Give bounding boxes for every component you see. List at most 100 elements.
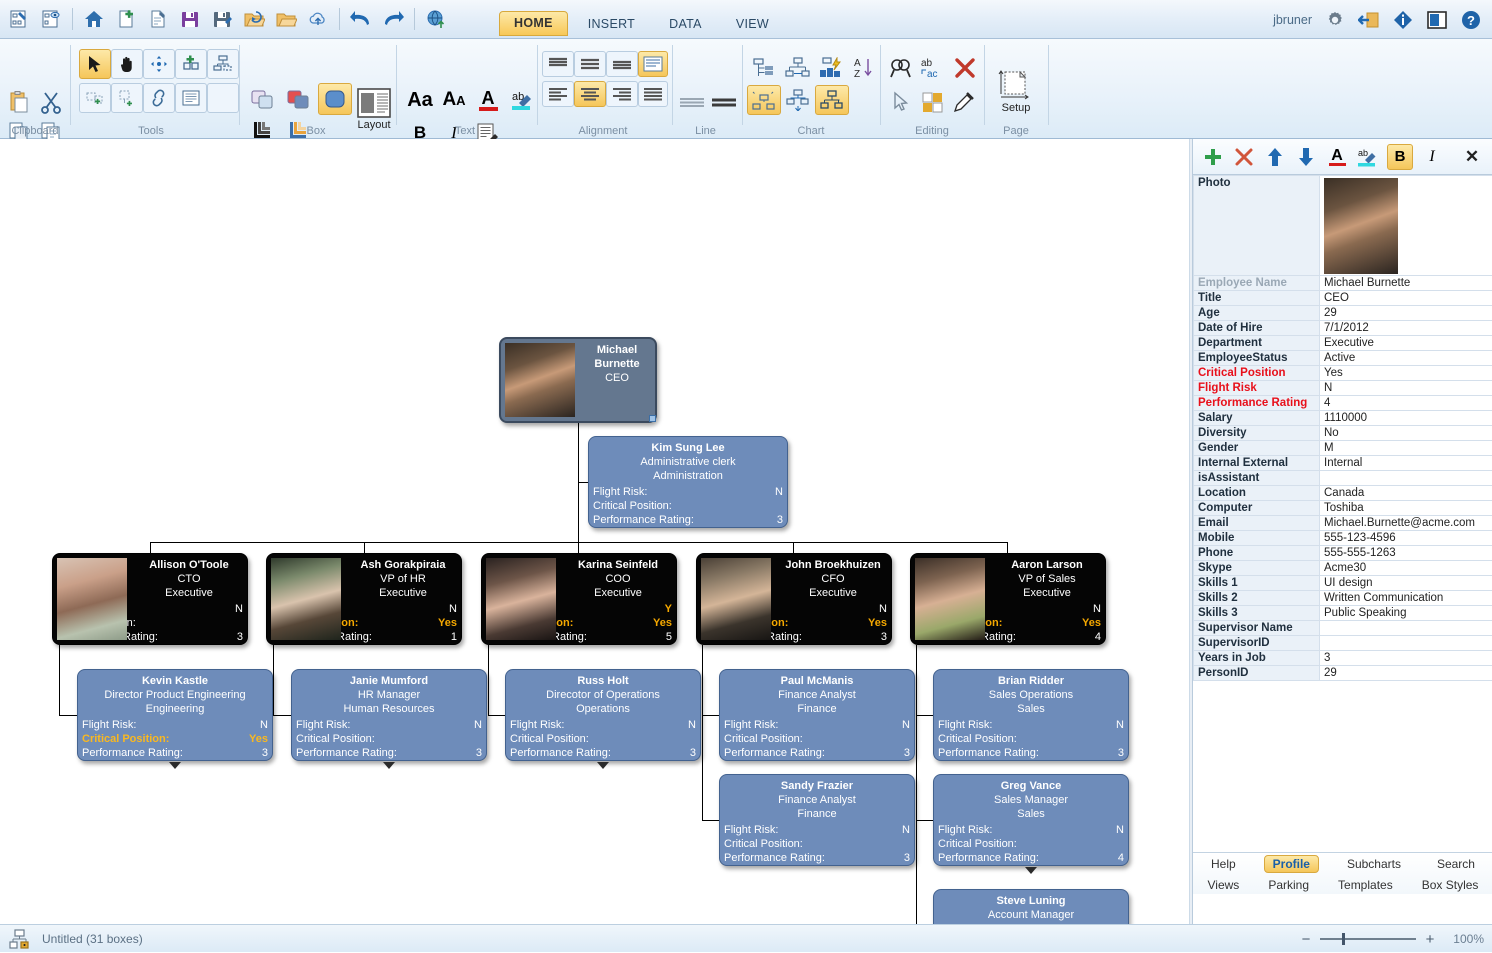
profile-value[interactable]: 29: [1320, 666, 1492, 681]
restructure-tool-icon[interactable]: [207, 49, 239, 79]
org-box-vphr[interactable]: Ash GorakpiraiaVP of HRExecutiveFlight R…: [266, 553, 462, 645]
expand-children-icon[interactable]: [597, 762, 609, 769]
bold-icon[interactable]: B: [1387, 144, 1413, 170]
profile-row[interactable]: Flight RiskN: [1194, 381, 1492, 396]
expand-children-icon[interactable]: [169, 762, 181, 769]
profile-row[interactable]: Internal ExternalInternal: [1194, 456, 1492, 471]
replace-icon[interactable]: abac: [917, 53, 949, 83]
font-color-icon[interactable]: A: [1325, 144, 1349, 170]
profile-row[interactable]: SupervisorID: [1194, 636, 1492, 651]
profile-row[interactable]: Age29: [1194, 306, 1492, 321]
profile-value[interactable]: Toshiba: [1320, 501, 1492, 516]
font-size-icon[interactable]: Aa: [403, 85, 437, 115]
profile-row[interactable]: Years in Job3: [1194, 651, 1492, 666]
profile-row[interactable]: LocationCanada: [1194, 486, 1492, 501]
nav-box-styles[interactable]: Box Styles: [1414, 877, 1487, 893]
profile-value[interactable]: Acme30: [1320, 561, 1492, 576]
profile-value[interactable]: UI design: [1320, 576, 1492, 591]
logout-icon[interactable]: [1356, 7, 1382, 33]
line-thick-icon[interactable]: [707, 89, 741, 115]
zoom-in-button[interactable]: +: [1423, 931, 1437, 948]
sort-icon[interactable]: AZ: [849, 53, 879, 83]
nav-subcharts[interactable]: Subcharts: [1339, 856, 1409, 872]
align-justify-icon[interactable]: [638, 81, 668, 107]
align-top-icon[interactable]: [542, 51, 574, 77]
help-icon[interactable]: ?: [1458, 7, 1484, 33]
profile-value[interactable]: M: [1320, 441, 1492, 456]
find-icon[interactable]: [885, 53, 917, 83]
font-color-icon[interactable]: A: [471, 85, 505, 115]
align-bottom-icon[interactable]: [606, 51, 638, 77]
delete-icon[interactable]: [949, 53, 981, 83]
org-box-russ[interactable]: Russ HoltDirecotor of OperationsOperatio…: [505, 669, 701, 761]
info-icon[interactable]: [1390, 7, 1416, 33]
open-recent-icon[interactable]: [271, 3, 301, 35]
save-as-icon[interactable]: [207, 3, 237, 35]
profile-row[interactable]: DiversityNo: [1194, 426, 1492, 441]
delete-field-icon[interactable]: [1232, 144, 1256, 170]
page-setup-button[interactable]: Setup: [993, 63, 1039, 119]
profile-value[interactable]: [1320, 621, 1492, 636]
profile-row[interactable]: Date of Hire7/1/2012: [1194, 321, 1492, 336]
box-border-icon[interactable]: [282, 83, 316, 115]
add-box-tool-icon[interactable]: [175, 49, 207, 79]
cloud-upload-icon[interactable]: [303, 3, 333, 35]
tab-view[interactable]: VIEW: [722, 13, 783, 36]
new-chart-icon[interactable]: [111, 3, 141, 35]
nav-profile[interactable]: Profile: [1264, 855, 1319, 873]
move-tool-icon[interactable]: [143, 49, 175, 79]
profile-value[interactable]: Written Communication: [1320, 591, 1492, 606]
org-box-cto[interactable]: Allison O'TooleCTOExecutiveFlight Risk:N…: [52, 553, 248, 645]
nav-templates[interactable]: Templates: [1330, 877, 1401, 893]
org-box-cfo[interactable]: John BroekhuizenCFOExecutiveFlight Risk:…: [696, 553, 892, 645]
profile-value[interactable]: 555-555-1263: [1320, 546, 1492, 561]
link-tool-icon[interactable]: [143, 83, 175, 113]
move-up-icon[interactable]: [1263, 144, 1287, 170]
org-box-greg[interactable]: Greg VanceSales ManagerSalesFlight Risk:…: [933, 774, 1129, 866]
tab-home[interactable]: HOME: [499, 11, 568, 36]
profile-value[interactable]: [1320, 471, 1492, 486]
profile-value[interactable]: Active: [1320, 351, 1492, 366]
profile-value[interactable]: CEO: [1320, 291, 1492, 306]
selection-handle[interactable]: [649, 415, 656, 422]
publish-icon[interactable]: [421, 3, 451, 35]
add-branch-tool-icon[interactable]: [111, 83, 143, 113]
profile-value[interactable]: 3: [1320, 651, 1492, 666]
zoom-out-button[interactable]: −: [1299, 931, 1313, 948]
profile-value[interactable]: Public Speaking: [1320, 606, 1492, 621]
panel-toggle-icon[interactable]: [1424, 7, 1450, 33]
text-tool-icon[interactable]: [175, 83, 207, 113]
profile-row[interactable]: Critical PositionYes: [1194, 366, 1492, 381]
profile-value[interactable]: 29: [1320, 306, 1492, 321]
zoom-slider[interactable]: [1320, 938, 1416, 940]
profile-row[interactable]: isAssistant: [1194, 471, 1492, 486]
org-box-brian[interactable]: Brian RidderSales OperationsSalesFlight …: [933, 669, 1129, 761]
profile-value[interactable]: Executive: [1320, 336, 1492, 351]
paste-icon[interactable]: [4, 87, 34, 117]
chart-style-list-icon[interactable]: [747, 53, 781, 83]
profile-value[interactable]: Yes: [1320, 366, 1492, 381]
nav-views[interactable]: Views: [1200, 877, 1248, 893]
chart-autoformat-icon[interactable]: [815, 53, 849, 83]
profile-row[interactable]: Skills 3Public Speaking: [1194, 606, 1492, 621]
chart-view-icon[interactable]: [36, 3, 66, 35]
gear-icon[interactable]: [1322, 7, 1348, 33]
org-box-sandy[interactable]: Sandy FrazierFinance AnalystFinanceFligh…: [719, 774, 915, 866]
profile-value[interactable]: 4: [1320, 396, 1492, 411]
highlight-icon[interactable]: ab: [1356, 144, 1380, 170]
align-center-icon[interactable]: [574, 81, 606, 107]
profile-row[interactable]: ComputerToshiba: [1194, 501, 1492, 516]
text-highlight-icon[interactable]: ab: [505, 85, 539, 115]
new-from-template-icon[interactable]: [143, 3, 173, 35]
profile-value[interactable]: 555-123-4596: [1320, 531, 1492, 546]
chart-tree-icon[interactable]: [815, 85, 849, 115]
nav-search[interactable]: Search: [1429, 856, 1483, 872]
profile-row[interactable]: Skills 1UI design: [1194, 576, 1492, 591]
text-wrap-icon[interactable]: [638, 51, 668, 77]
italic-icon[interactable]: I: [1420, 144, 1444, 170]
profile-row[interactable]: GenderM: [1194, 441, 1492, 456]
tab-data[interactable]: DATA: [655, 13, 716, 36]
profile-row[interactable]: Supervisor Name: [1194, 621, 1492, 636]
open-icon[interactable]: [239, 3, 269, 35]
nav-parking[interactable]: Parking: [1260, 877, 1317, 893]
